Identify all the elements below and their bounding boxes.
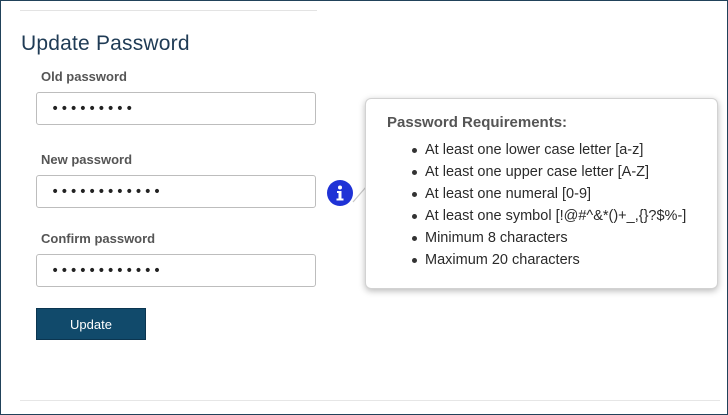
list-item: At least one numeral [0-9] [412, 183, 686, 205]
requirement-text: At least one upper case letter [A-Z] [425, 164, 650, 180]
update-button[interactable]: Update [36, 308, 146, 340]
bullet-icon [412, 258, 417, 263]
bullet-icon [412, 214, 417, 219]
list-item: At least one symbol [!@#^&*()+_,{}?$%-] [412, 205, 686, 227]
bullet-icon [412, 236, 417, 241]
new-password-field[interactable] [36, 175, 316, 208]
list-item: Maximum 20 characters [412, 249, 686, 271]
new-password-label: New password [41, 152, 133, 167]
tooltip-heading: Password Requirements: [387, 114, 568, 131]
list-item: At least one lower case letter [a-z] [412, 139, 686, 161]
info-circle-icon[interactable] [327, 180, 353, 206]
bullet-icon [412, 170, 417, 175]
requirement-text: Minimum 8 characters [425, 230, 568, 246]
confirm-password-label: Confirm password [41, 231, 156, 246]
old-password-field[interactable] [36, 92, 316, 125]
requirement-text: Maximum 20 characters [425, 252, 580, 268]
bottom-divider [20, 400, 720, 401]
old-password-label: Old password [41, 69, 127, 84]
bullet-icon [412, 192, 417, 197]
list-item: Minimum 8 characters [412, 227, 686, 249]
requirement-text: At least one lower case letter [a-z] [425, 142, 644, 158]
confirm-password-field[interactable] [36, 254, 316, 287]
requirement-text: At least one numeral [0-9] [425, 186, 592, 202]
requirements-list: At least one lower case letter [a-z] At … [412, 139, 686, 271]
password-requirements-tooltip: Password Requirements: At least one lowe… [365, 98, 718, 289]
info-glyph [336, 185, 344, 201]
page-title: Update Password [21, 32, 190, 55]
bullet-icon [412, 148, 417, 153]
top-divider [20, 10, 317, 11]
requirement-text: At least one symbol [!@#^&*()+_,{}?$%-] [425, 208, 687, 224]
list-item: At least one upper case letter [A-Z] [412, 161, 686, 183]
